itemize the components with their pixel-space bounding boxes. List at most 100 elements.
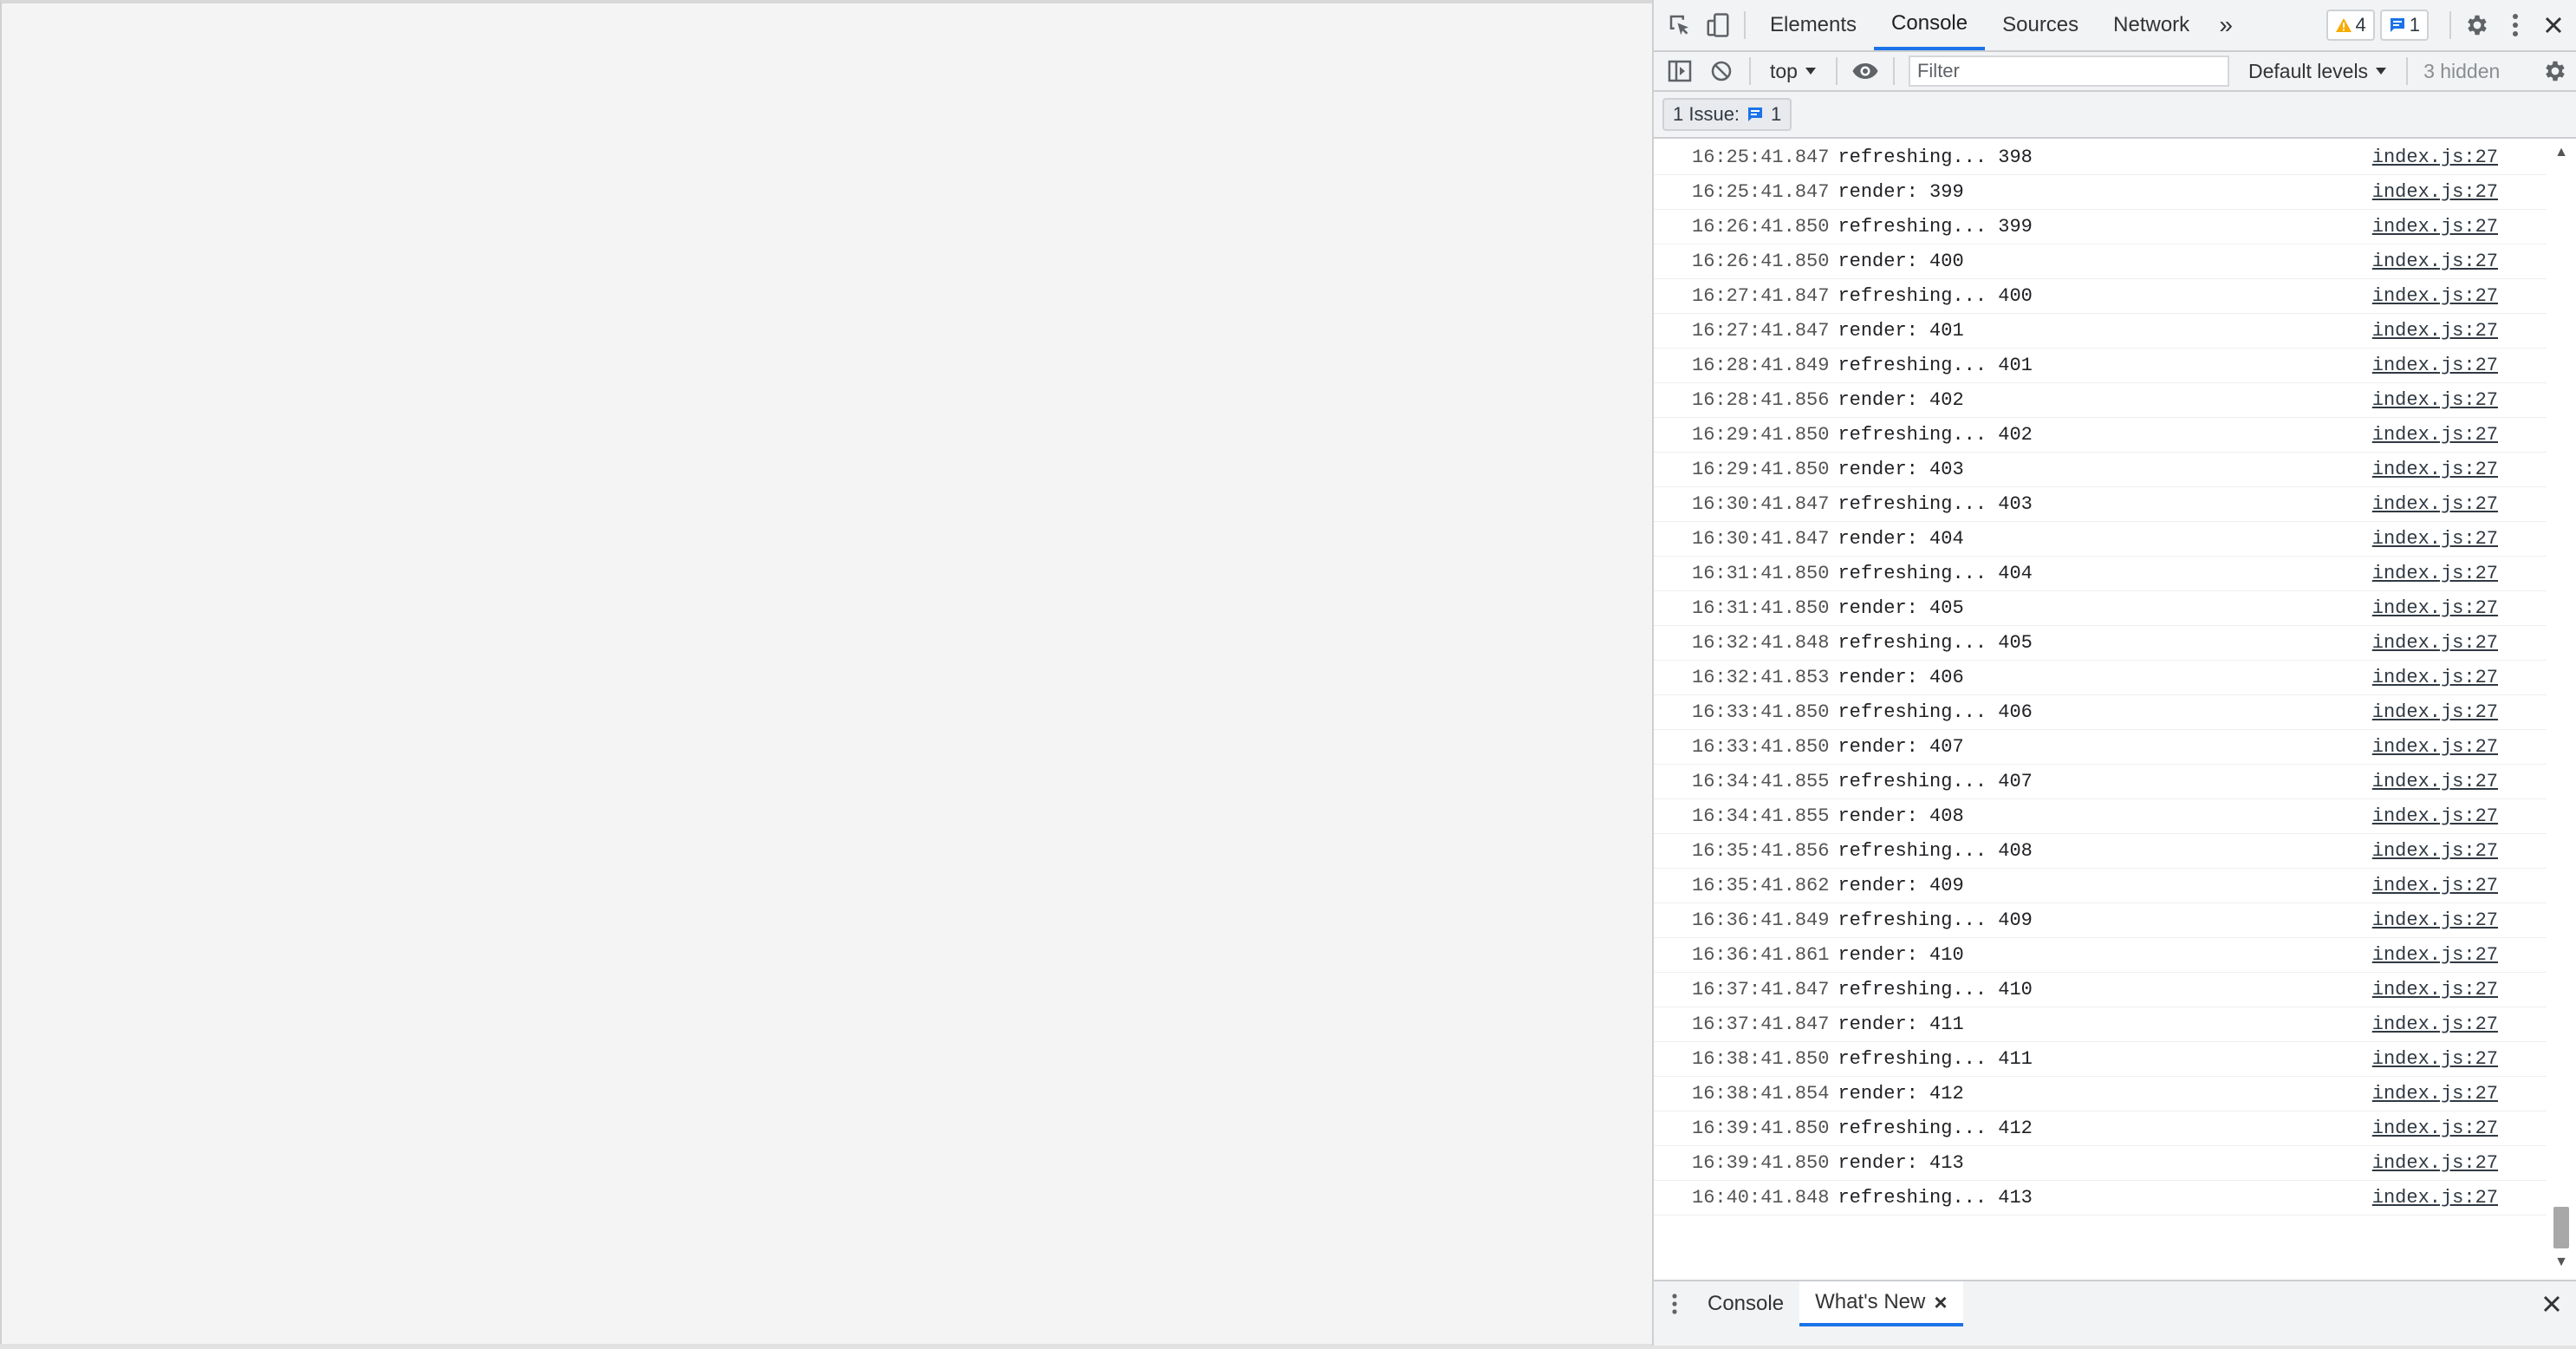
context-selector[interactable]: top: [1758, 60, 1829, 83]
log-levels-label: Default levels: [2247, 59, 2369, 82]
drawer-menu-icon[interactable]: [1657, 1281, 1692, 1326]
inspect-element-icon[interactable]: [1661, 1, 1699, 49]
close-drawer-icon[interactable]: [2533, 1281, 2571, 1326]
log-source-link[interactable]: index.js:27: [2372, 875, 2498, 896]
log-timestamp: 16:26:41.850: [1692, 216, 1830, 238]
log-message: refreshing... 405: [1838, 632, 2033, 654]
devtools-toolbar: Elements Console Sources Network » 4 1: [1654, 0, 2576, 52]
scrollbar-thumb[interactable]: [2553, 1207, 2569, 1248]
log-source-link[interactable]: index.js:27: [2372, 1152, 2498, 1174]
log-source-link[interactable]: index.js:27: [2372, 424, 2498, 446]
log-source-link[interactable]: index.js:27: [2372, 1083, 2498, 1105]
log-source-link[interactable]: index.js:27: [2372, 667, 2498, 688]
scroll-down-arrow-icon[interactable]: ▼: [2547, 1250, 2576, 1274]
console-settings-gear-icon[interactable]: [2534, 52, 2576, 90]
filter-input[interactable]: [1908, 55, 2229, 87]
message-icon: [1748, 108, 1763, 121]
console-scrollbar[interactable]: ▲ ▼: [2547, 140, 2576, 1274]
log-source-link[interactable]: index.js:27: [2372, 1048, 2498, 1070]
scroll-up-arrow-icon[interactable]: ▲: [2547, 140, 2576, 165]
issues-label: 1 Issue:: [1673, 103, 1740, 125]
log-source-link[interactable]: index.js:27: [2372, 1187, 2498, 1209]
log-timestamp: 16:33:41.850: [1692, 701, 1830, 723]
log-source-link[interactable]: index.js:27: [2372, 563, 2498, 584]
log-timestamp: 16:25:41.847: [1692, 147, 1830, 168]
log-source-link[interactable]: index.js:27: [2372, 771, 2498, 792]
log-source-link[interactable]: index.js:27: [2372, 1013, 2498, 1035]
warnings-badge[interactable]: 4: [2326, 10, 2375, 41]
log-message: render: 403: [1838, 459, 1964, 480]
settings-gear-icon[interactable]: [2458, 1, 2496, 49]
console-log-row: 16:39:41.850 render: 413 index.js:27: [1654, 1146, 2547, 1181]
log-source-link[interactable]: index.js:27: [2372, 181, 2498, 203]
log-source-link[interactable]: index.js:27: [2372, 632, 2498, 654]
live-expression-eye-icon[interactable]: [1844, 52, 1886, 90]
log-source-link[interactable]: index.js:27: [2372, 216, 2498, 238]
log-source-link[interactable]: index.js:27: [2372, 493, 2498, 515]
issues-button[interactable]: 1 Issue: 1: [1662, 98, 1792, 131]
toolbar-divider: [1749, 57, 1751, 85]
log-source-link[interactable]: index.js:27: [2372, 701, 2498, 723]
drawer-tab-console[interactable]: Console: [1692, 1281, 1799, 1326]
log-source-link[interactable]: index.js:27: [2372, 805, 2498, 827]
log-timestamp: 16:28:41.849: [1692, 355, 1830, 376]
log-source-link[interactable]: index.js:27: [2372, 147, 2498, 168]
log-message: refreshing... 406: [1838, 701, 2033, 723]
toolbar-divider: [2406, 57, 2409, 85]
log-message: refreshing... 398: [1838, 147, 2033, 168]
tab-console[interactable]: Console: [1874, 0, 1986, 50]
console-log-row: 16:28:41.849 refreshing... 401 index.js:27: [1654, 349, 2547, 383]
console-log-row: 16:30:41.847 refreshing... 403 index.js:27: [1654, 487, 2547, 522]
log-message: refreshing... 408: [1838, 840, 2033, 862]
drawer-tab-whats-new[interactable]: What's New ×: [1799, 1281, 1963, 1326]
log-source-link[interactable]: index.js:27: [2372, 251, 2498, 272]
warnings-count: 4: [2355, 14, 2366, 36]
log-timestamp: 16:31:41.850: [1692, 597, 1830, 619]
show-sidebar-icon[interactable]: [1659, 52, 1701, 90]
log-source-link[interactable]: index.js:27: [2372, 840, 2498, 862]
console-log-row: 16:26:41.850 refreshing... 399 index.js:27: [1654, 210, 2547, 244]
more-tabs-icon[interactable]: »: [2207, 1, 2245, 49]
tab-network[interactable]: Network: [2096, 0, 2207, 50]
log-source-link[interactable]: index.js:27: [2372, 285, 2498, 307]
log-levels-dropdown[interactable]: Default levels: [2236, 60, 2399, 83]
inspected-page-viewport: [0, 0, 1652, 1349]
console-log-row: 16:32:41.848 refreshing... 405 index.js:27: [1654, 626, 2547, 661]
log-source-link[interactable]: index.js:27: [2372, 528, 2498, 550]
log-source-link[interactable]: index.js:27: [2372, 355, 2498, 376]
messages-badge[interactable]: 1: [2379, 10, 2429, 41]
console-log-row: 16:36:41.849 refreshing... 409 index.js:27: [1654, 903, 2547, 938]
more-options-icon[interactable]: [2496, 1, 2534, 49]
log-message: refreshing... 409: [1838, 909, 2033, 931]
log-message: render: 406: [1838, 667, 1964, 688]
log-source-link[interactable]: index.js:27: [2372, 979, 2498, 1000]
log-timestamp: 16:26:41.850: [1692, 251, 1830, 272]
log-timestamp: 16:25:41.847: [1692, 181, 1830, 203]
tab-sources[interactable]: Sources: [1985, 0, 2096, 50]
log-source-link[interactable]: index.js:27: [2372, 459, 2498, 480]
tab-elements[interactable]: Elements: [1753, 0, 1874, 50]
clear-console-icon[interactable]: [1701, 52, 1742, 90]
log-source-link[interactable]: index.js:27: [2372, 320, 2498, 342]
device-toolbar-icon[interactable]: [1699, 1, 1737, 49]
console-log-row: 16:31:41.850 refreshing... 404 index.js:27: [1654, 557, 2547, 591]
log-message: refreshing... 400: [1838, 285, 2033, 307]
close-tab-icon[interactable]: ×: [1934, 1289, 1947, 1316]
log-source-link[interactable]: index.js:27: [2372, 1118, 2498, 1139]
log-message: refreshing... 412: [1838, 1118, 2033, 1139]
log-message: render: 409: [1838, 875, 1964, 896]
log-message: render: 411: [1838, 1013, 1964, 1035]
toolbar-divider: [1744, 11, 1746, 39]
log-source-link[interactable]: index.js:27: [2372, 389, 2498, 411]
console-log-row: 16:34:41.855 refreshing... 407 index.js:27: [1654, 765, 2547, 799]
context-value: top: [1770, 59, 1798, 82]
log-source-link[interactable]: index.js:27: [2372, 944, 2498, 966]
log-message: refreshing... 410: [1838, 979, 2033, 1000]
log-source-link[interactable]: index.js:27: [2372, 597, 2498, 619]
log-source-link[interactable]: index.js:27: [2372, 909, 2498, 931]
log-source-link[interactable]: index.js:27: [2372, 736, 2498, 758]
log-timestamp: 16:29:41.850: [1692, 459, 1830, 480]
log-timestamp: 16:27:41.847: [1692, 320, 1830, 342]
close-devtools-icon[interactable]: [2534, 1, 2573, 49]
dropdown-arrow-icon: [2376, 68, 2387, 75]
